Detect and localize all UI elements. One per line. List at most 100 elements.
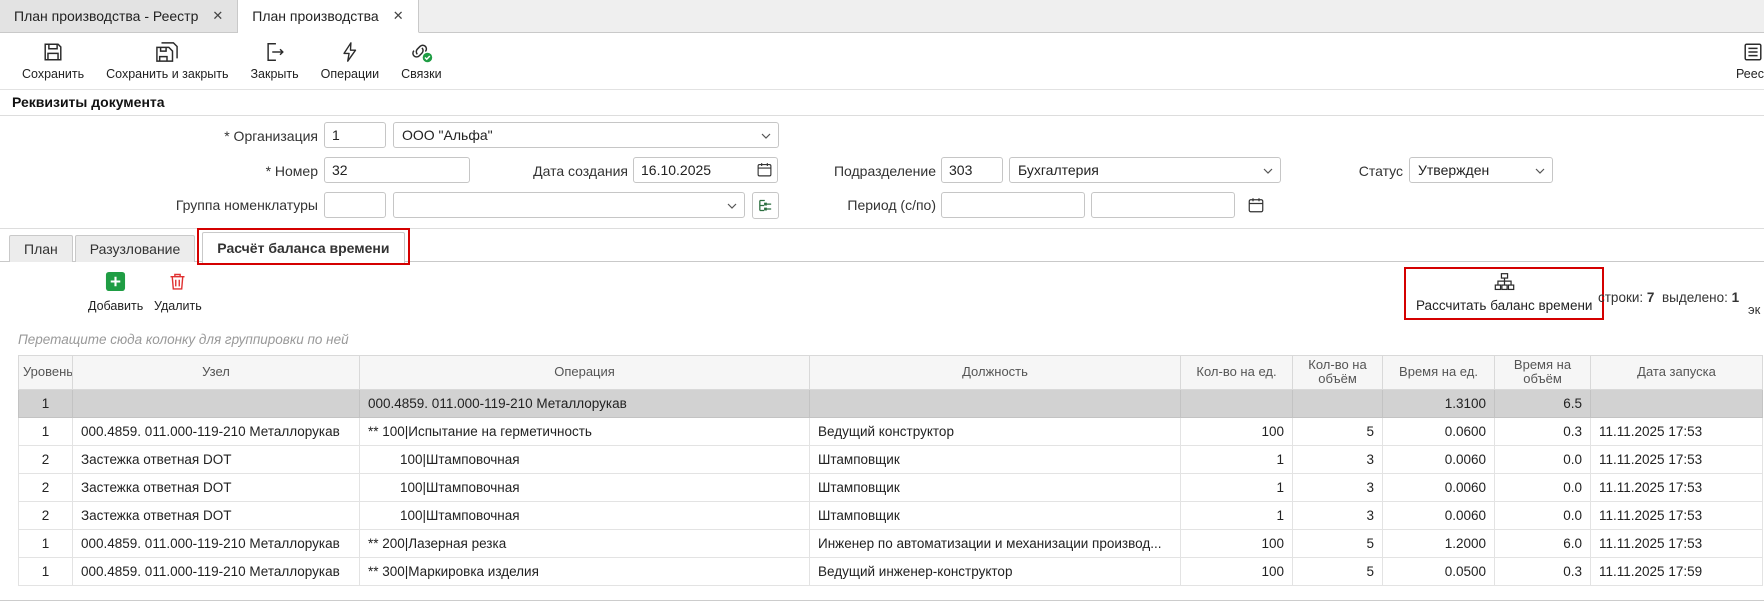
column-header[interactable]: Должность xyxy=(810,356,1181,390)
export-button-truncated[interactable]: эк xyxy=(1748,302,1760,317)
detail-tabs: План Разузлование Расчёт баланса времени xyxy=(0,229,1764,262)
table-cell: 11.11.2025 17:53 xyxy=(1591,529,1763,557)
table-row[interactable]: 2Застежка ответная DOT100|ШтамповочнаяШт… xyxy=(19,473,1763,501)
table-cell: 1.2000 xyxy=(1383,529,1495,557)
table-cell xyxy=(810,389,1181,417)
table-cell: 0.0500 xyxy=(1383,557,1495,585)
table-cell: 0.0060 xyxy=(1383,445,1495,473)
table-cell xyxy=(1293,389,1383,417)
calculate-balance-button[interactable]: Рассчитать баланс времени xyxy=(1416,272,1592,313)
number-input[interactable] xyxy=(324,157,470,183)
table-row[interactable]: 1000.4859. 011.000-119-210 Металлорукав*… xyxy=(19,529,1763,557)
table-cell: 11.11.2025 17:53 xyxy=(1591,445,1763,473)
table-cell: 100|Штамповочная xyxy=(360,445,810,473)
table-cell: ** 200|Лазерная резка xyxy=(360,529,810,557)
window-tab-bar: План производства - Реестр ✕ План произв… xyxy=(0,0,1764,33)
operations-button[interactable]: Операции xyxy=(313,39,387,83)
organization-select[interactable]: ООО "Альфа" xyxy=(393,122,779,148)
add-button[interactable]: Добавить xyxy=(88,271,143,313)
tab-plan[interactable]: План xyxy=(9,235,73,262)
table-cell: Застежка ответная DOT xyxy=(73,445,360,473)
table-cell: 5 xyxy=(1293,417,1383,445)
column-header[interactable]: Уровень xyxy=(19,356,73,390)
table-row[interactable]: 2Застежка ответная DOT100|ШтамповочнаяШт… xyxy=(19,445,1763,473)
column-header[interactable]: Дата запуска xyxy=(1591,356,1763,390)
delete-button[interactable]: Удалить xyxy=(154,271,202,313)
table-cell: Застежка ответная DOT xyxy=(73,501,360,529)
column-header[interactable]: Время на ед. xyxy=(1383,356,1495,390)
column-header[interactable]: Операция xyxy=(360,356,810,390)
department-code-input[interactable] xyxy=(941,157,1003,183)
status-select[interactable]: Утвержден xyxy=(1409,157,1553,183)
table-cell: 1 xyxy=(19,417,73,445)
department-select[interactable]: Бухгалтерия xyxy=(1009,157,1281,183)
calendar-icon[interactable] xyxy=(756,161,773,178)
save-button[interactable]: Сохранить xyxy=(14,39,92,83)
table-cell: Штамповщик xyxy=(810,445,1181,473)
period-label: Период (с/по) xyxy=(830,197,936,213)
table-cell: 1 xyxy=(1181,445,1293,473)
column-header[interactable]: Узел xyxy=(73,356,360,390)
table-cell: 000.4859. 011.000-119-210 Металлорукав xyxy=(360,389,810,417)
links-button[interactable]: Связки xyxy=(393,39,449,83)
chevron-down-icon xyxy=(1262,166,1274,176)
grid-toolbar: Добавить Удалить Рассчитать баланс време… xyxy=(0,262,1764,328)
nomenclature-group-code-input[interactable] xyxy=(324,192,386,218)
close-tab-icon[interactable]: ✕ xyxy=(212,8,223,24)
organization-code-input[interactable] xyxy=(324,122,386,148)
table-cell: 100 xyxy=(1181,529,1293,557)
hierarchy-icon xyxy=(1494,272,1515,295)
save-close-icon xyxy=(155,41,179,63)
calendar-icon[interactable] xyxy=(1247,196,1265,219)
window-tab-production-plan[interactable]: План производства ✕ xyxy=(238,0,418,33)
close-button[interactable]: Закрыть xyxy=(243,39,307,83)
group-row[interactable]: 1000.4859. 011.000-119-210 Металлорукав1… xyxy=(19,389,1763,417)
table-cell: 2 xyxy=(19,445,73,473)
close-label: Закрыть xyxy=(251,67,299,81)
column-header[interactable]: Время на объём xyxy=(1495,356,1591,390)
time-balance-table: УровеньУзелОперацияДолжностьКол-во на ед… xyxy=(18,355,1763,586)
table-cell: 1 xyxy=(19,389,73,417)
organization-label: * Организация xyxy=(120,128,318,144)
tab-razuzlovanie[interactable]: Разузлование xyxy=(75,235,196,262)
registry-icon xyxy=(1736,41,1764,63)
save-label: Сохранить xyxy=(22,67,84,81)
table-cell: 11.11.2025 17:53 xyxy=(1591,417,1763,445)
grid-counts: строки: 7 выделено: 1 xyxy=(1598,290,1739,305)
table-row[interactable]: 1000.4859. 011.000-119-210 Металлорукав*… xyxy=(19,557,1763,585)
table-cell: 1 xyxy=(1181,501,1293,529)
rows-count-value: 7 xyxy=(1647,290,1655,305)
table-row[interactable]: 2Застежка ответная DOT100|ШтамповочнаяШт… xyxy=(19,501,1763,529)
selected-count-label: выделено: xyxy=(1662,290,1728,305)
tab-time-balance[interactable]: Расчёт баланса времени xyxy=(202,232,404,263)
period-to-input[interactable] xyxy=(1091,192,1235,218)
period-from-input[interactable] xyxy=(941,192,1085,218)
window-tab-label: План производства - Реестр xyxy=(14,8,198,24)
nomenclature-tree-button[interactable] xyxy=(752,192,779,219)
save-and-close-button[interactable]: Сохранить и закрыть xyxy=(98,39,236,83)
calculate-balance-label: Рассчитать баланс времени xyxy=(1416,298,1592,313)
column-header[interactable]: Кол-во на ед. xyxy=(1181,356,1293,390)
lightning-icon xyxy=(339,41,361,63)
app-window: План производства - Реестр ✕ План произв… xyxy=(0,0,1764,601)
nomenclature-group-select[interactable] xyxy=(393,192,745,218)
registry-button[interactable]: Реест xyxy=(1736,39,1764,83)
requisites-form: * Организация ООО "Альфа" * Номер Дата с… xyxy=(0,116,1764,229)
status-label: Статус xyxy=(1345,163,1403,179)
close-tab-icon[interactable]: ✕ xyxy=(393,8,404,24)
save-icon xyxy=(42,41,64,63)
table-cell: 1 xyxy=(1181,473,1293,501)
close-icon xyxy=(264,41,286,63)
table-cell: 100|Штамповочная xyxy=(360,473,810,501)
table-cell: 2 xyxy=(19,473,73,501)
department-select-value: Бухгалтерия xyxy=(1018,162,1099,178)
table-row[interactable]: 1000.4859. 011.000-119-210 Металлорукав*… xyxy=(19,417,1763,445)
column-header[interactable]: Кол-во на объём xyxy=(1293,356,1383,390)
operations-label: Операции xyxy=(321,67,379,81)
table-cell: ** 100|Испытание на герметичность xyxy=(360,417,810,445)
links-icon xyxy=(409,41,434,63)
window-tab-registry[interactable]: План производства - Реестр ✕ xyxy=(0,0,238,32)
annotation-highlight-button: Рассчитать баланс времени xyxy=(1404,267,1604,320)
table-cell: 000.4859. 011.000-119-210 Металлорукав xyxy=(73,417,360,445)
table-cell: 3 xyxy=(1293,445,1383,473)
